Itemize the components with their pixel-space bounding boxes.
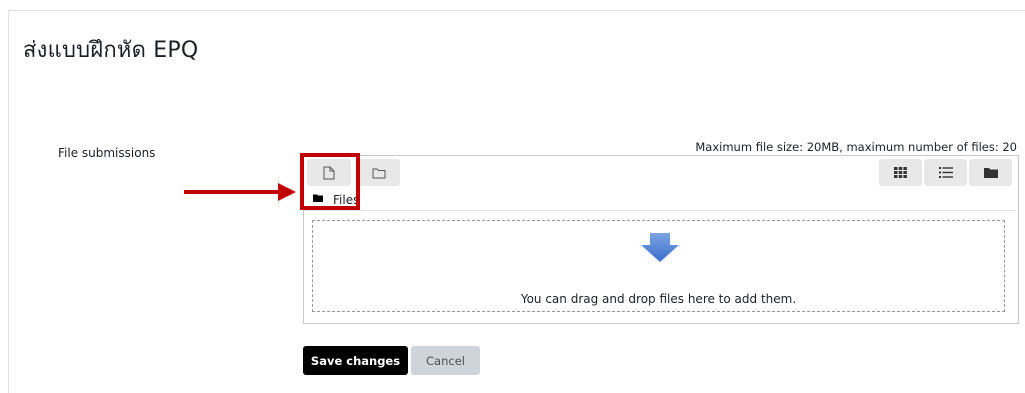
page-title: ส่งแบบฝึกหัด EPQ: [23, 38, 199, 63]
pointer-arrow-icon: [184, 183, 296, 201]
file-limits-text: Maximum file size: 20MB, maximum number …: [695, 140, 1017, 154]
list-icon: [938, 167, 953, 178]
save-changes-button[interactable]: Save changes: [303, 346, 408, 375]
view-icons-button[interactable]: [879, 159, 922, 186]
folder-filled-icon: [983, 168, 998, 178]
dropzone-instructions: You can drag and drop files here to add …: [520, 292, 797, 306]
view-details-button[interactable]: [924, 159, 967, 186]
filepicker-breadcrumb: [304, 190, 1016, 211]
view-tree-button[interactable]: [969, 159, 1012, 186]
highlight-box: [300, 153, 360, 210]
folder-outline-icon: [372, 168, 386, 178]
create-folder-button[interactable]: [358, 159, 400, 186]
grid-icon: [894, 167, 907, 178]
file-submissions-label: File submissions: [58, 146, 156, 160]
cancel-button[interactable]: Cancel: [411, 346, 480, 375]
download-arrow-icon: [641, 233, 679, 262]
